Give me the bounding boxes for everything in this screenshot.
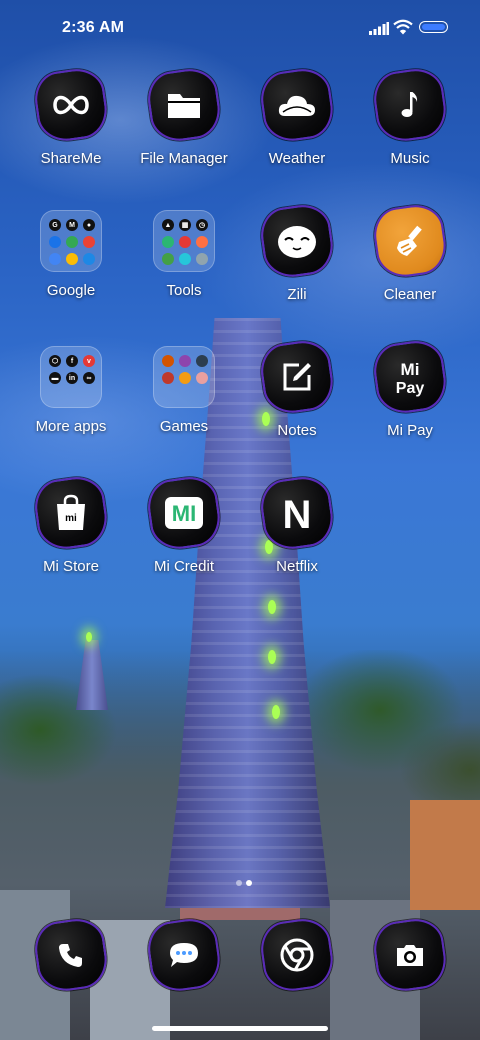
app-label: Cleaner bbox=[383, 286, 437, 303]
folder-more-apps[interactable]: ⬡ f v ▬ in ∞ More apps bbox=[15, 342, 127, 435]
dock-chrome[interactable] bbox=[257, 915, 337, 995]
app-music[interactable]: Music bbox=[354, 65, 466, 167]
wifi-icon bbox=[393, 19, 413, 35]
shareme-icon bbox=[31, 65, 111, 145]
wallpaper-light bbox=[86, 632, 92, 642]
broom-icon bbox=[370, 201, 450, 281]
mi-credit-text: MI bbox=[172, 501, 196, 526]
page-dot bbox=[236, 880, 242, 886]
phone-icon bbox=[31, 915, 111, 995]
folder-label: Games bbox=[159, 418, 209, 435]
netflix-icon: N bbox=[257, 473, 337, 553]
app-weather[interactable]: Weather bbox=[241, 65, 353, 167]
netflix-text: N bbox=[283, 493, 312, 533]
app-netflix[interactable]: N Netflix bbox=[241, 473, 353, 575]
app-notes[interactable]: Notes bbox=[241, 337, 353, 439]
app-label: Weather bbox=[268, 150, 326, 167]
app-file-manager[interactable]: File Manager bbox=[128, 65, 240, 167]
signal-icon bbox=[369, 22, 389, 35]
folder-games[interactable]: Games bbox=[128, 342, 240, 435]
page-dot-active bbox=[246, 880, 252, 886]
camera-icon bbox=[370, 915, 450, 995]
folder-google[interactable]: G M ● Google bbox=[15, 206, 127, 299]
app-cleaner[interactable]: Cleaner bbox=[354, 201, 466, 303]
music-note-icon bbox=[370, 65, 450, 145]
dock-messages[interactable] bbox=[144, 915, 224, 995]
app-shareme[interactable]: ShareMe bbox=[15, 65, 127, 167]
cloud-icon bbox=[257, 65, 337, 145]
app-mi-store[interactable]: mi Mi Store bbox=[15, 473, 127, 575]
page-indicator bbox=[0, 880, 480, 888]
tools-folder-icon: ▲ ▦ ◷ bbox=[153, 210, 215, 272]
notes-pencil-icon bbox=[257, 337, 337, 417]
folder-label: Tools bbox=[166, 282, 202, 299]
app-label: ShareMe bbox=[40, 150, 102, 167]
app-label: Mi Credit bbox=[153, 558, 214, 575]
shopping-bag-icon: mi bbox=[31, 473, 111, 553]
app-label: Mi Pay bbox=[387, 422, 433, 439]
app-label: File Manager bbox=[140, 150, 228, 167]
battery-level bbox=[422, 24, 445, 30]
app-label: Music bbox=[390, 150, 430, 167]
app-label: Notes bbox=[277, 422, 317, 439]
home-indicator-bar[interactable] bbox=[152, 1026, 328, 1031]
folder-icon bbox=[144, 65, 224, 145]
app-mi-credit[interactable]: MI Mi Credit bbox=[128, 473, 240, 575]
mi-pay-icon: Mi Pay bbox=[370, 337, 450, 417]
status-bar: 2:36 AM bbox=[0, 0, 480, 56]
folder-label: Google bbox=[46, 282, 96, 299]
app-label: Zili bbox=[287, 286, 307, 303]
app-label: Mi Store bbox=[43, 558, 99, 575]
mi-credit-icon: MI bbox=[144, 473, 224, 553]
wallpaper-light bbox=[268, 600, 276, 614]
messages-icon bbox=[144, 915, 224, 995]
app-label: Netflix bbox=[276, 558, 318, 575]
games-folder-icon bbox=[153, 346, 215, 408]
zili-face-icon bbox=[257, 201, 337, 281]
battery-icon bbox=[419, 21, 448, 33]
wallpaper-building bbox=[410, 800, 480, 910]
wallpaper-light bbox=[272, 705, 280, 719]
folder-label: More apps bbox=[35, 418, 107, 435]
dock-camera[interactable] bbox=[370, 915, 450, 995]
mi-pay-text-bottom: Pay bbox=[396, 380, 425, 397]
chrome-icon bbox=[257, 915, 337, 995]
status-time: 2:36 AM bbox=[62, 19, 125, 36]
folder-tools[interactable]: ▲ ▦ ◷ Tools bbox=[128, 206, 240, 299]
mi-pay-text-top: Mi bbox=[401, 360, 420, 379]
more-apps-folder-icon: ⬡ f v ▬ in ∞ bbox=[40, 346, 102, 408]
google-folder-icon: G M ● bbox=[40, 210, 102, 272]
mi-store-text: mi bbox=[65, 513, 77, 524]
app-zili[interactable]: Zili bbox=[241, 201, 353, 303]
app-mi-pay[interactable]: Mi Pay Mi Pay bbox=[354, 337, 466, 439]
dock-phone[interactable] bbox=[31, 915, 111, 995]
wallpaper-light bbox=[268, 650, 276, 664]
